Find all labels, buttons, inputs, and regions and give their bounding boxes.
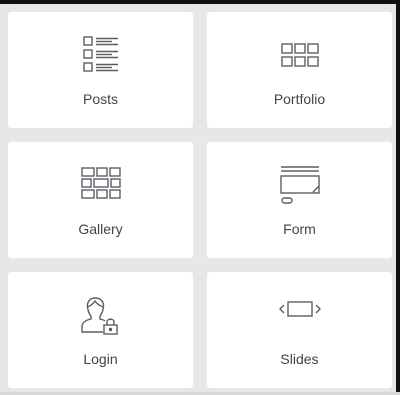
widget-tile-gallery[interactable]: Gallery: [8, 142, 193, 258]
form-icon: [276, 162, 324, 210]
widget-tile-form[interactable]: Form: [207, 142, 392, 258]
window-right-edge: [396, 0, 400, 395]
window-top-edge: [0, 0, 400, 4]
widget-tile-login[interactable]: Login: [8, 272, 193, 388]
widget-grid: Posts Portfolio Gallery Form Login Slide…: [8, 12, 392, 388]
slides-icon: [276, 292, 324, 340]
gallery-icon: [77, 162, 125, 210]
widget-label-login: Login: [83, 351, 118, 367]
login-user-lock-icon: [77, 292, 125, 340]
widget-tile-posts[interactable]: Posts: [8, 12, 193, 128]
portfolio-grid-icon: [276, 32, 324, 80]
posts-icon: [77, 32, 125, 80]
widget-label-posts: Posts: [82, 91, 118, 107]
widget-label-gallery: Gallery: [78, 221, 123, 237]
widget-tile-slides[interactable]: Slides: [207, 272, 392, 388]
widget-label-slides: Slides: [280, 351, 319, 367]
widget-label-form: Form: [283, 221, 316, 237]
widget-label-portfolio: Portfolio: [273, 91, 326, 107]
widget-tile-portfolio[interactable]: Portfolio: [207, 12, 392, 128]
